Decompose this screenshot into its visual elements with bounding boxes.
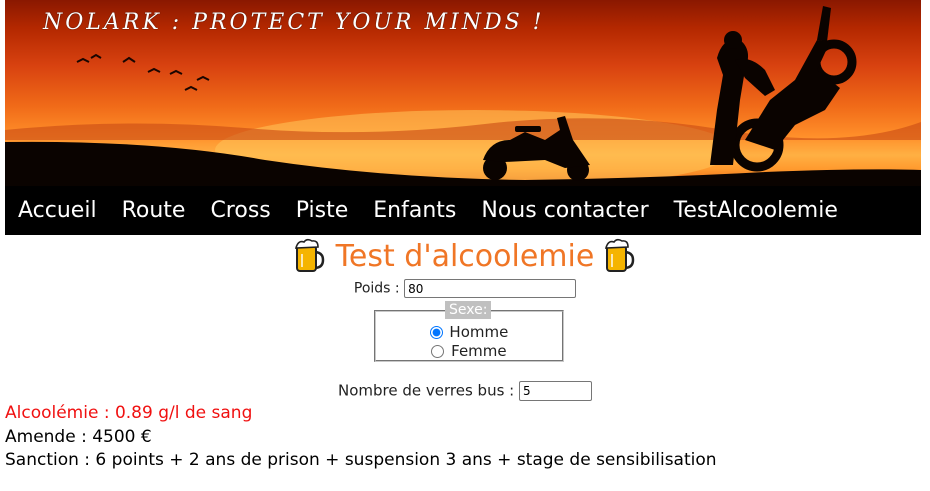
- sanction-result: Sanction : 6 points + 2 ans de prison + …: [5, 450, 717, 470]
- nav-item-testalcoolemie[interactable]: TestAlcoolemie: [674, 198, 838, 223]
- femme-radio[interactable]: [431, 345, 445, 358]
- page-title-row: Test d'alcoolemie: [0, 238, 930, 274]
- nav-item-route[interactable]: Route: [122, 198, 186, 223]
- verres-label: Nombre de verres bus :: [338, 381, 515, 400]
- femme-radio-label[interactable]: Femme: [451, 342, 507, 360]
- main-navbar: Accueil Route Cross Piste Enfants Nous c…: [5, 186, 921, 235]
- radio-row-femme: Femme: [376, 342, 562, 360]
- beer-mug-icon: [294, 238, 324, 272]
- header-banner: NOLARK : PROTECT YOUR MINDS ! Accueil Ro…: [5, 0, 921, 235]
- homme-radio[interactable]: [429, 326, 443, 339]
- sexe-fieldset: Sexe: Homme Femme: [374, 301, 564, 362]
- nav-item-piste[interactable]: Piste: [296, 198, 349, 223]
- poids-label: Poids :: [353, 280, 400, 297]
- nav-item-cross[interactable]: Cross: [210, 198, 270, 223]
- radio-row-homme: Homme: [376, 323, 562, 341]
- motorbike-silhouette: [710, 6, 857, 172]
- poids-row: Poids :: [0, 279, 930, 298]
- banner-title: NOLARK : PROTECT YOUR MINDS !: [43, 10, 545, 35]
- page-title: Test d'alcoolemie: [335, 238, 595, 274]
- verres-row: Nombre de verres bus :: [0, 381, 930, 401]
- nav-item-enfants[interactable]: Enfants: [373, 198, 456, 223]
- verres-input[interactable]: [519, 381, 592, 401]
- birds-silhouette: [76, 53, 210, 91]
- poids-input[interactable]: [404, 279, 577, 298]
- homme-radio-label[interactable]: Homme: [449, 323, 508, 341]
- nav-item-accueil[interactable]: Accueil: [18, 198, 97, 223]
- alcoolemie-result: Alcoolémie : 0.89 g/l de sang: [5, 403, 253, 423]
- amende-result: Amende : 4500 €: [5, 427, 152, 447]
- sexe-legend: Sexe:: [445, 301, 492, 319]
- beer-mug-icon: [605, 238, 635, 272]
- nav-item-nous-contacter[interactable]: Nous contacter: [481, 198, 648, 223]
